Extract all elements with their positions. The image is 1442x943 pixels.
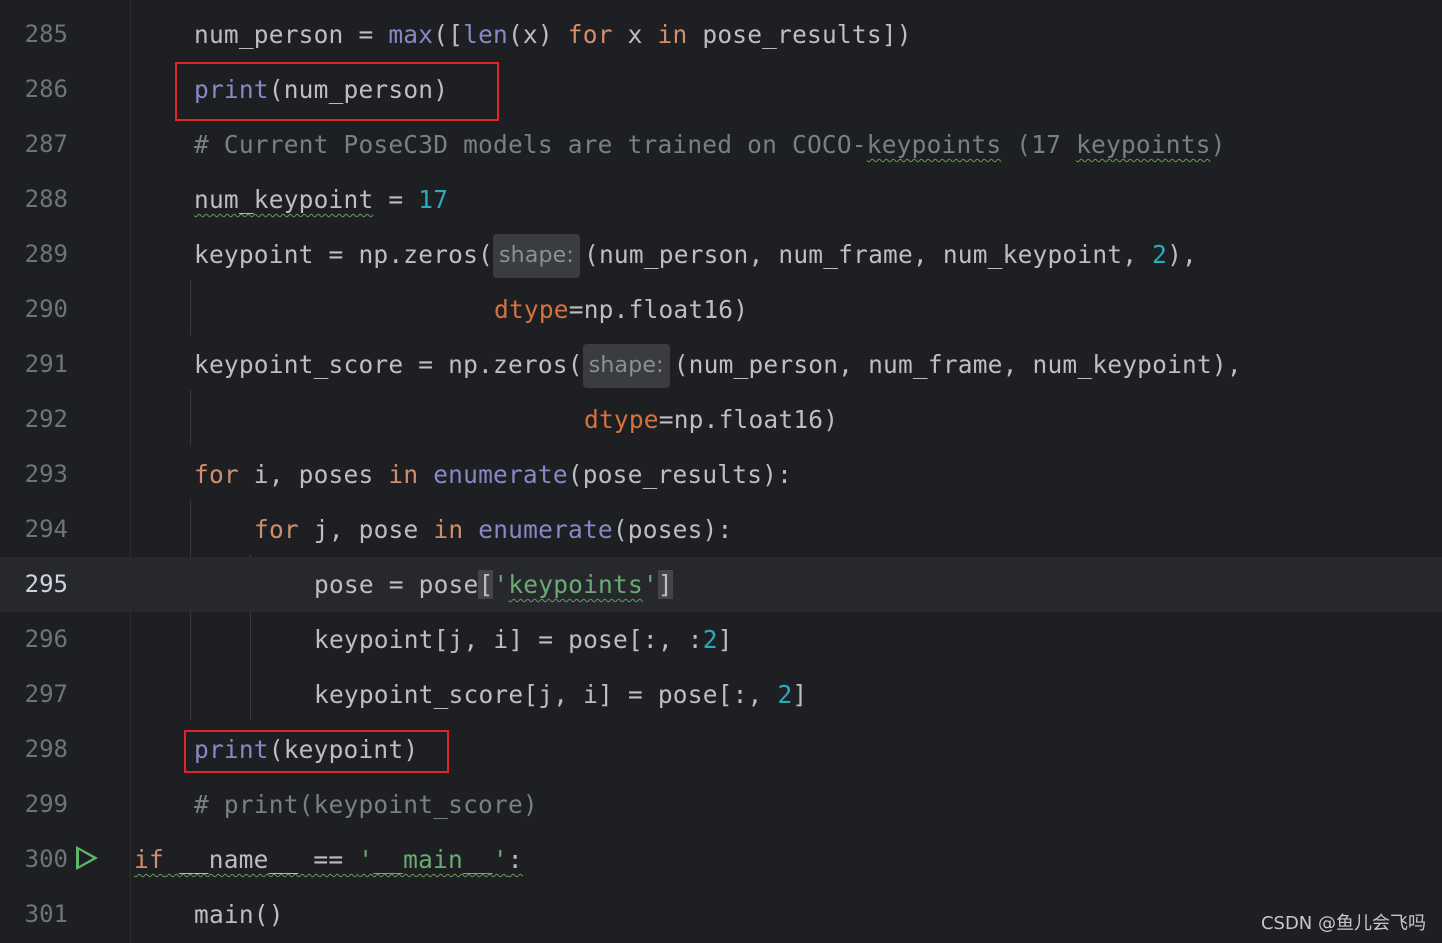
code-line: 291 keypoint_score = np.zeros(shape: (num… bbox=[0, 337, 1442, 392]
code-text: for j, pose in enumerate(poses): bbox=[254, 515, 733, 544]
code-text: for i, poses in enumerate(pose_results): bbox=[194, 460, 793, 489]
code-text: keypoint_score = np.zeros(shape: (num_per… bbox=[194, 337, 1242, 392]
code-text: pose = pose['keypoints'] bbox=[314, 570, 673, 599]
line-number: 289 bbox=[24, 240, 68, 268]
line-number: 297 bbox=[24, 680, 68, 708]
line-number: 285 bbox=[24, 20, 68, 48]
current-code-line: 295 pose = pose['keypoints'] bbox=[0, 557, 1442, 612]
code-text: if __name__ == '__main__': bbox=[134, 845, 523, 874]
code-comment: # print(keypoint_score) bbox=[194, 790, 538, 819]
code-line: 297 keypoint_score[j, i] = pose[:, 2] bbox=[0, 667, 1442, 722]
code-line: 290 dtype=np.float16) bbox=[0, 282, 1442, 337]
run-icon[interactable] bbox=[76, 846, 98, 870]
code-text: num_keypoint = 17 bbox=[194, 185, 449, 214]
line-number: 294 bbox=[24, 515, 68, 543]
highlight-box-print-num-person bbox=[175, 62, 499, 121]
code-text: main() bbox=[194, 900, 284, 929]
code-line: 285 num_person = max([len(x) for x in po… bbox=[0, 7, 1442, 62]
line-number: 288 bbox=[24, 185, 68, 213]
line-number: 290 bbox=[24, 295, 68, 323]
line-number: 300 bbox=[24, 845, 68, 873]
line-number: 291 bbox=[24, 350, 68, 378]
code-text: keypoint_score[j, i] = pose[:, 2] bbox=[314, 680, 808, 709]
watermark: CSDN @鱼儿会飞吗 bbox=[1260, 913, 1426, 934]
code-text: dtype=np.float16) bbox=[494, 295, 749, 324]
code-line: 299 # print(keypoint_score) bbox=[0, 777, 1442, 832]
line-number: 298 bbox=[24, 735, 68, 763]
code-text: keypoint = np.zeros(shape: (num_person, n… bbox=[194, 227, 1197, 282]
line-number: 301 bbox=[24, 900, 68, 928]
line-number: 292 bbox=[24, 405, 68, 433]
code-line: 301 main() bbox=[0, 887, 1442, 942]
parameter-hint: shape: bbox=[582, 344, 670, 388]
line-number: 286 bbox=[24, 75, 68, 103]
code-line: 287 # Current PoseC3D models are trained… bbox=[0, 117, 1442, 172]
code-text: num_person = max([len(x) for x in pose_r… bbox=[194, 20, 912, 49]
code-line: 289 keypoint = np.zeros(shape: (num_perso… bbox=[0, 227, 1442, 282]
line-number: 296 bbox=[24, 625, 68, 653]
highlight-box-print-keypoint bbox=[184, 730, 449, 773]
code-text: keypoint[j, i] = pose[:, :2] bbox=[314, 625, 733, 654]
code-line: 296 keypoint[j, i] = pose[:, :2] bbox=[0, 612, 1442, 667]
parameter-hint: shape: bbox=[493, 234, 581, 278]
line-number: 287 bbox=[24, 130, 68, 158]
code-comment: # Current PoseC3D models are trained on … bbox=[194, 130, 1226, 159]
code-line: 288 num_keypoint = 17 bbox=[0, 172, 1442, 227]
line-number: 299 bbox=[24, 790, 68, 818]
line-number: 295 bbox=[24, 570, 68, 598]
code-text: dtype=np.float16) bbox=[584, 405, 839, 434]
code-line: 294 for j, pose in enumerate(poses): bbox=[0, 502, 1442, 557]
code-line: 293 for i, poses in enumerate(pose_resul… bbox=[0, 447, 1442, 502]
line-number: 293 bbox=[24, 460, 68, 488]
code-line: 300 if __name__ == '__main__': bbox=[0, 832, 1442, 887]
code-line: 292 dtype=np.float16) bbox=[0, 392, 1442, 447]
